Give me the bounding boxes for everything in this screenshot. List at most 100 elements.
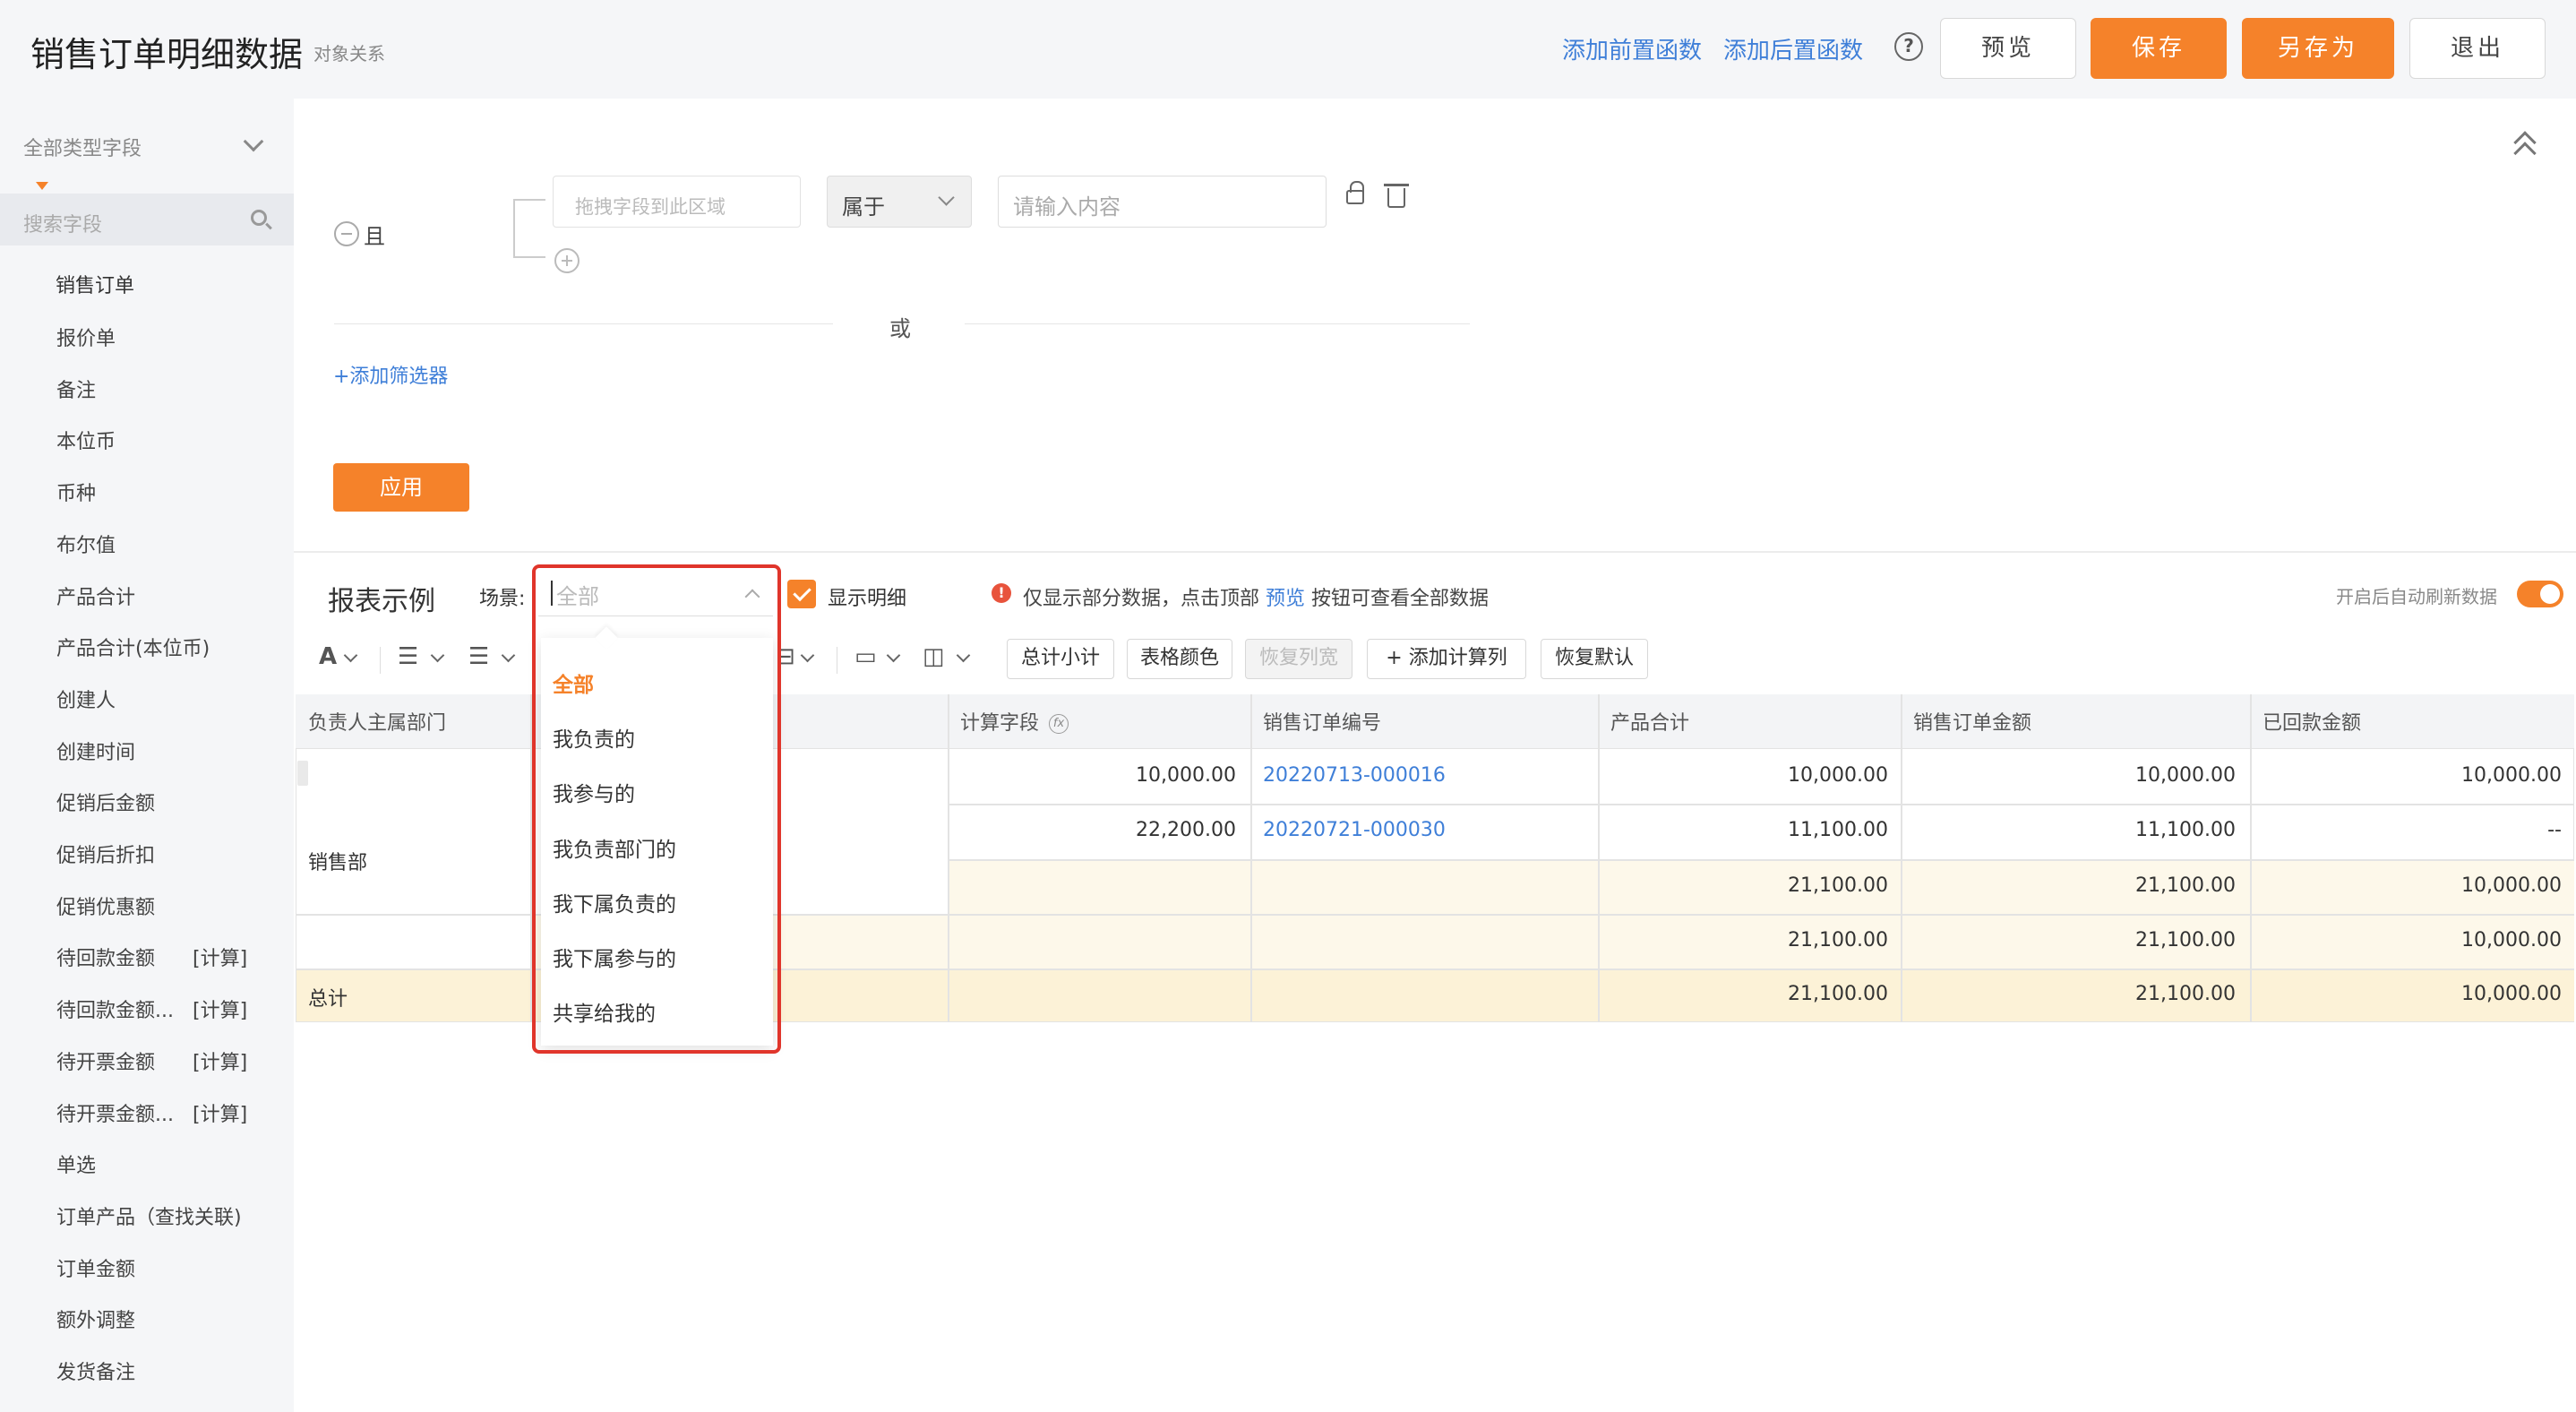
sidebar-item[interactable]: 创建时间 bbox=[56, 736, 135, 765]
font-size-icon[interactable]: A bbox=[319, 643, 337, 670]
order-number-link[interactable]: 20220721-000030 bbox=[1263, 819, 1446, 841]
calc-tag: [计算] bbox=[193, 1000, 248, 1023]
restore-default-button[interactable]: 恢复默认 bbox=[1541, 639, 1648, 679]
lock-icon[interactable] bbox=[1346, 181, 1364, 204]
sidebar-item[interactable]: 促销后折扣 bbox=[56, 839, 155, 868]
chevron-down-icon[interactable] bbox=[501, 648, 516, 663]
table-cell: 10,000.00 bbox=[2461, 874, 2562, 897]
column-header[interactable]: 计算字段 fx bbox=[960, 707, 1069, 736]
dept-cell: 销售部 bbox=[308, 852, 368, 874]
column-header[interactable]: 负责人主属部门 bbox=[308, 707, 446, 736]
sidebar-item[interactable]: 订单金额 bbox=[56, 1253, 135, 1282]
chevron-down-icon[interactable] bbox=[886, 648, 901, 663]
table-cell: 21,100.00 bbox=[2135, 874, 2236, 897]
order-number-link[interactable]: 20220713-000016 bbox=[1263, 764, 1446, 787]
sidebar-item[interactable]: 报价单 bbox=[56, 323, 116, 351]
sidebar-item[interactable]: 创建人 bbox=[56, 684, 116, 713]
sidebar-item[interactable]: 发货备注 bbox=[56, 1356, 135, 1385]
add-pre-function-link[interactable]: 添加前置函数 bbox=[1562, 32, 1702, 65]
sidebar-item[interactable]: 本位币 bbox=[56, 426, 116, 454]
notice-prefix: 仅显示部分数据，点击顶部 bbox=[1023, 588, 1260, 610]
add-post-function-link[interactable]: 添加后置函数 bbox=[1723, 32, 1863, 65]
divider bbox=[965, 323, 1470, 324]
sidebar-item[interactable]: 促销优惠额 bbox=[56, 891, 155, 920]
notice-preview-link[interactable]: 预览 bbox=[1266, 588, 1305, 610]
sidebar-item[interactable]: 订单产品（查找关联) bbox=[56, 1201, 242, 1230]
column-header[interactable]: 产品合计 bbox=[1610, 707, 1689, 736]
column-header[interactable]: 销售订单金额 bbox=[1913, 707, 2031, 736]
add-calc-column-button[interactable]: + 添加计算列 bbox=[1367, 639, 1526, 679]
page-title: 销售订单明细数据 bbox=[30, 35, 304, 74]
and-label: 且 bbox=[364, 224, 385, 249]
scene-label: 场景: bbox=[479, 588, 526, 610]
sidebar-item[interactable]: 待开票金额... bbox=[56, 1098, 174, 1127]
exit-button[interactable]: 退出 bbox=[2409, 18, 2546, 79]
field-search-input[interactable]: 搜索字段 bbox=[0, 194, 294, 245]
save-button[interactable]: 保存 bbox=[2091, 18, 2227, 79]
column-divider bbox=[1901, 694, 1902, 1022]
freeze-column-icon[interactable]: ◫ bbox=[923, 643, 945, 670]
column-header[interactable]: 销售订单编号 bbox=[1263, 707, 1381, 736]
sidebar-item[interactable]: 待回款金额... bbox=[56, 994, 174, 1023]
operator-value: 属于 bbox=[842, 194, 885, 220]
column-divider bbox=[1598, 694, 1600, 1022]
notice-text: 仅显示部分数据，点击顶部 预览 按钮可查看全部数据 bbox=[1023, 582, 1489, 611]
condition-bracket bbox=[513, 199, 545, 258]
sidebar-item[interactable]: 币种 bbox=[56, 478, 96, 506]
column-header[interactable]: 已回款金额 bbox=[2263, 707, 2361, 736]
table-cell: -- bbox=[2547, 819, 2562, 841]
sidebar-item[interactable]: 产品合计 bbox=[56, 581, 135, 610]
sidebar-group-sales-order[interactable]: 销售订单 bbox=[56, 270, 134, 298]
column-header-label: 计算字段 bbox=[960, 712, 1040, 735]
chevron-down-icon[interactable] bbox=[243, 131, 264, 152]
save-as-button[interactable]: 另存为 bbox=[2242, 18, 2394, 79]
caret-down-icon[interactable] bbox=[36, 182, 48, 190]
chevron-down-icon[interactable] bbox=[343, 648, 358, 663]
row-divider bbox=[948, 859, 2574, 861]
freeze-row-icon[interactable]: ▭ bbox=[854, 643, 877, 670]
sidebar-item[interactable]: 待回款金额 bbox=[56, 943, 155, 971]
auto-refresh-label: 开启后自动刷新数据 bbox=[2336, 586, 2497, 607]
drop-field-area[interactable]: 拖拽字段到此区域 bbox=[553, 176, 801, 228]
sidebar-item[interactable]: 备注 bbox=[56, 375, 96, 403]
table-cell: 10,000.00 bbox=[1788, 764, 1888, 787]
trash-icon[interactable] bbox=[1384, 184, 1409, 208]
help-icon[interactable]: ? bbox=[1894, 32, 1923, 61]
subtotal-row-bg bbox=[948, 859, 2574, 914]
align-left-icon[interactable]: ☰ bbox=[398, 643, 418, 670]
sidebar-item[interactable]: 布尔值 bbox=[56, 530, 116, 558]
apply-button[interactable]: 应用 bbox=[333, 463, 469, 512]
chevron-down-icon[interactable] bbox=[800, 648, 815, 663]
divider bbox=[334, 323, 833, 324]
auto-refresh-toggle[interactable] bbox=[2517, 581, 2563, 607]
top-header: 销售订单明细数据 对象关系 添加前置函数 添加后置函数 ? 预览 保存 另存为 … bbox=[0, 0, 2576, 99]
minus-circle-icon[interactable] bbox=[334, 221, 359, 246]
warning-icon: ! bbox=[992, 583, 1011, 603]
chevron-down-icon[interactable] bbox=[430, 648, 445, 663]
table-cell: 22,200.00 bbox=[1136, 819, 1236, 841]
sidebar-item[interactable]: 产品合计(本位币) bbox=[56, 633, 210, 661]
notice-suffix: 按钮可查看全部数据 bbox=[1311, 588, 1490, 610]
show-detail-checkbox[interactable] bbox=[787, 580, 816, 608]
add-filter-link[interactable]: +添加筛选器 bbox=[333, 360, 448, 389]
table-color-button[interactable]: 表格颜色 bbox=[1127, 639, 1232, 679]
operator-select[interactable]: 属于 bbox=[827, 176, 972, 228]
sidebar-item[interactable]: 单选 bbox=[56, 1149, 96, 1178]
sidebar-item[interactable]: 待开票金额 bbox=[56, 1046, 155, 1075]
preview-button[interactable]: 预览 bbox=[1940, 18, 2076, 79]
field-type-select[interactable]: 全部类型字段 bbox=[23, 133, 142, 161]
value-input[interactable]: 请输入内容 bbox=[998, 176, 1327, 228]
restore-width-button[interactable]: 恢复列宽 bbox=[1245, 639, 1352, 679]
align-center-icon[interactable]: ☰ bbox=[468, 643, 489, 670]
table-cell: 21,100.00 bbox=[2135, 983, 2236, 1005]
search-icon[interactable] bbox=[251, 210, 267, 226]
sidebar-item[interactable]: 额外调整 bbox=[56, 1304, 135, 1333]
total-label: 总计 bbox=[308, 988, 348, 1011]
add-calc-column-label: 添加计算列 bbox=[1408, 647, 1507, 669]
table-cell: 21,100.00 bbox=[1788, 874, 1888, 897]
plus-circle-icon[interactable] bbox=[554, 248, 580, 273]
drag-handle[interactable] bbox=[297, 761, 308, 786]
chevron-down-icon[interactable] bbox=[956, 648, 971, 663]
sidebar-item[interactable]: 促销后金额 bbox=[56, 788, 155, 816]
subtotal-button[interactable]: 总计小计 bbox=[1007, 639, 1114, 679]
